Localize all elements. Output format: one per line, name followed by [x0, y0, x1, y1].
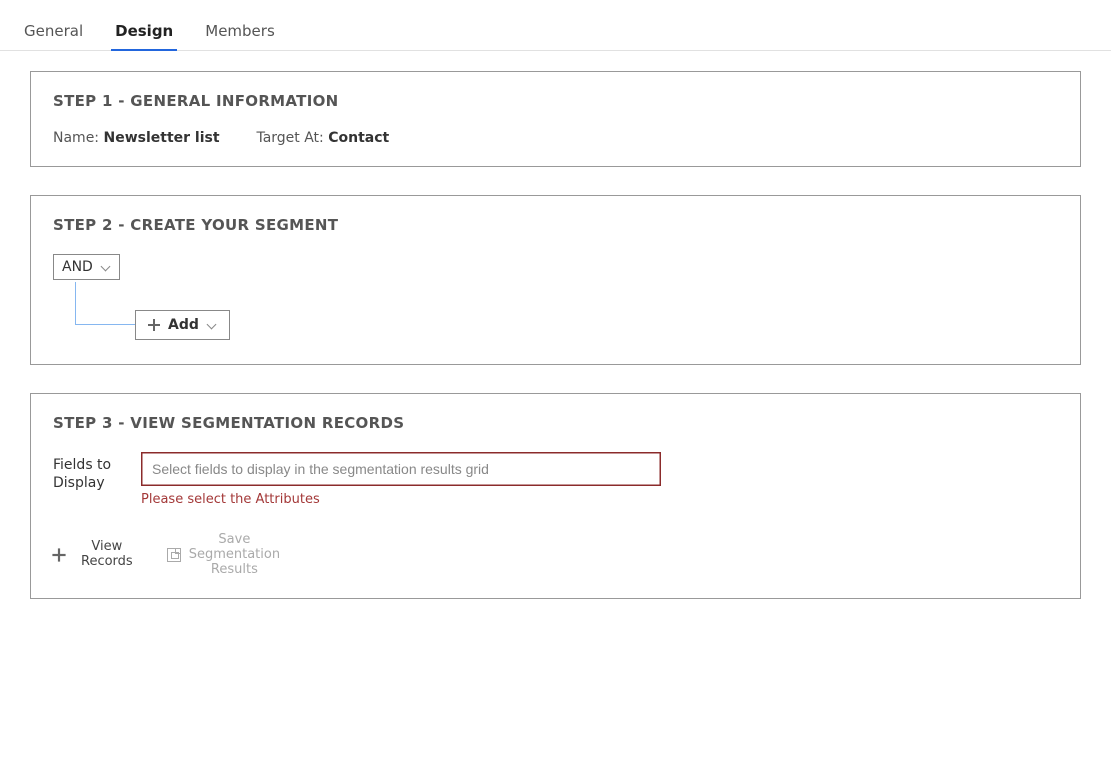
segment-builder: AND Add — [53, 254, 1058, 344]
tab-label: Design — [115, 22, 173, 40]
save-icon — [167, 548, 181, 562]
view-records-label: View Records — [81, 540, 133, 570]
fields-error-message: Please select the Attributes — [141, 492, 661, 507]
save-results-label: Save Segmentation Results — [189, 533, 280, 578]
name-label: Name: — [53, 130, 99, 146]
connector-horizontal — [75, 324, 135, 325]
group-operator-label: AND — [62, 259, 93, 275]
step2-panel: STEP 2 - CREATE YOUR SEGMENT AND Add — [30, 195, 1081, 365]
step1-panel: STEP 1 - GENERAL INFORMATION Name: Newsl… — [30, 71, 1081, 167]
add-label: Add — [168, 317, 199, 333]
group-operator-dropdown[interactable]: AND — [53, 254, 120, 280]
step2-title: STEP 2 - CREATE YOUR SEGMENT — [53, 216, 1058, 234]
main-content: STEP 1 - GENERAL INFORMATION Name: Newsl… — [0, 51, 1111, 647]
chevron-down-icon — [101, 262, 111, 272]
fields-to-display-body: Please select the Attributes — [141, 452, 661, 507]
tab-general[interactable]: General — [20, 12, 87, 50]
tab-bar: General Design Members — [0, 0, 1111, 51]
tab-label: General — [24, 22, 83, 40]
step3-title: STEP 3 - VIEW SEGMENTATION RECORDS — [53, 414, 1058, 432]
fields-to-display-label: Fields to Display — [53, 452, 123, 492]
target-value: Contact — [328, 130, 389, 146]
chevron-down-icon — [207, 320, 217, 330]
step3-actions: View Records Save Segmentation Results — [53, 533, 1058, 578]
fields-to-display-row: Fields to Display Please select the Attr… — [53, 452, 1058, 507]
step3-panel: STEP 3 - VIEW SEGMENTATION RECORDS Field… — [30, 393, 1081, 599]
view-records-button[interactable]: View Records — [53, 540, 133, 570]
step1-title: STEP 1 - GENERAL INFORMATION — [53, 92, 1058, 110]
tab-label: Members — [205, 22, 275, 40]
add-condition-button[interactable]: Add — [135, 310, 230, 340]
save-segmentation-results-button[interactable]: Save Segmentation Results — [167, 533, 280, 578]
step1-info: Name: Newsletter list Target At: Contact — [53, 130, 1058, 146]
fields-to-display-input[interactable] — [141, 452, 661, 486]
connector-vertical — [75, 282, 76, 324]
plus-icon — [148, 319, 160, 331]
name-value: Newsletter list — [103, 130, 219, 146]
page-root: General Design Members STEP 1 - GENERAL … — [0, 0, 1111, 647]
target-label: Target At: — [256, 130, 323, 146]
plus-icon — [52, 549, 65, 562]
tab-design[interactable]: Design — [111, 12, 177, 50]
tab-members[interactable]: Members — [201, 12, 279, 50]
